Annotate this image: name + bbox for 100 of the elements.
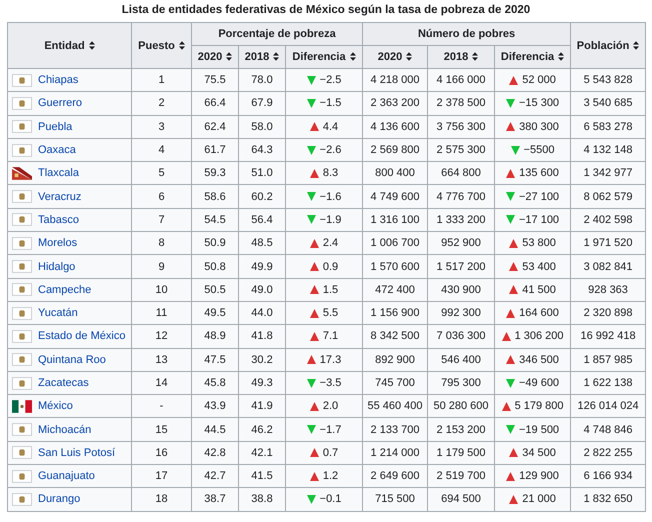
table-cell: 1 214 000 xyxy=(362,441,428,465)
difference-value: 52 000 xyxy=(522,74,556,86)
difference-value: 8.3 xyxy=(322,167,338,180)
difference-value: 164 600 xyxy=(519,307,559,320)
table-cell: 4 xyxy=(132,138,192,162)
difference-value: −0.1 xyxy=(320,493,342,506)
table-cell: 430 900 xyxy=(428,278,495,302)
coat-of-arms-icon xyxy=(12,376,32,390)
table-cell: 2 153 200 xyxy=(428,418,495,442)
table-cell: 5 xyxy=(132,162,192,185)
column-header[interactable]: Diferencia xyxy=(286,46,363,68)
column-header[interactable]: 2018 xyxy=(428,46,495,68)
table-cell: 13 xyxy=(132,348,192,372)
table-cell: 49.9 xyxy=(238,254,286,278)
table-cell: 126 014 024 xyxy=(570,394,646,418)
table-cell: 6 166 934 xyxy=(570,464,646,488)
entity-link[interactable]: Puebla xyxy=(38,120,72,133)
flag-icon xyxy=(12,166,32,180)
coat-of-arms-icon xyxy=(12,306,32,320)
table-cell: 16 xyxy=(132,441,192,465)
column-header[interactable]: Puesto xyxy=(132,22,192,68)
table-cell: 17 xyxy=(132,464,192,488)
table-cell: 44.5 xyxy=(192,418,238,442)
sort-icon xyxy=(558,52,564,61)
column-header[interactable]: 2020 xyxy=(362,46,428,68)
table-cell: 2 320 898 xyxy=(570,301,646,325)
table-cell: 41.9 xyxy=(238,394,286,418)
entity-link[interactable]: Tlaxcala xyxy=(38,167,79,180)
table-cell: 56.4 xyxy=(238,208,286,232)
difference-value: −1.7 xyxy=(320,424,342,436)
table-cell: 6 583 278 xyxy=(570,115,646,138)
table-cell: 2 378 500 xyxy=(428,92,495,116)
table-cell: 66.4 xyxy=(192,92,238,116)
coat-of-arms-icon xyxy=(12,353,32,366)
table-cell: 42.1 xyxy=(238,441,286,465)
entity-link[interactable]: Oaxaca xyxy=(38,144,76,156)
table-cell: 50.5 xyxy=(192,278,238,302)
difference-value: 4.4 xyxy=(322,120,338,133)
table-cell: 42.7 xyxy=(192,464,238,488)
table-cell: 78.0 xyxy=(238,68,286,92)
coat-of-arms-icon xyxy=(12,283,32,296)
table-cell: 2 569 800 xyxy=(362,138,428,162)
difference-value: 2.0 xyxy=(322,400,338,412)
table-cell: 10 xyxy=(132,278,192,302)
sort-icon xyxy=(226,52,232,61)
table-cell: 4 749 600 xyxy=(362,184,428,208)
entity-link[interactable]: México xyxy=(38,400,73,412)
entity-link[interactable]: Veracruz xyxy=(38,190,82,203)
entity-link[interactable]: Guerrero xyxy=(38,97,82,110)
coat-of-arms-icon xyxy=(12,492,32,506)
flag-icon xyxy=(12,400,32,413)
difference-value: 346 500 xyxy=(519,354,559,366)
table-cell: 4 218 000 xyxy=(362,68,428,92)
column-header[interactable]: Diferencia xyxy=(494,46,571,68)
difference-value: 1 306 200 xyxy=(514,330,564,342)
column-header[interactable]: 2020 xyxy=(192,46,238,68)
table-cell: 64.3 xyxy=(238,138,286,162)
difference-value: 53 400 xyxy=(522,260,556,273)
table-cell: 50.8 xyxy=(192,254,238,278)
coat-of-arms-icon xyxy=(12,423,32,436)
table-cell: 7 xyxy=(132,208,192,232)
difference-value: 41 500 xyxy=(522,284,556,296)
entity-link[interactable]: Durango xyxy=(38,493,80,506)
sort-icon xyxy=(406,52,412,61)
table-cell: 54.5 xyxy=(192,208,238,232)
column-header[interactable]: Entidad xyxy=(8,22,132,68)
table-cell: 49.3 xyxy=(238,371,286,395)
entity-link[interactable]: Hidalgo xyxy=(38,260,76,273)
table-cell: 55 460 400 xyxy=(362,394,428,418)
table-cell: 59.3 xyxy=(192,162,238,185)
difference-value: 135 600 xyxy=(519,167,559,180)
table-cell: 7 036 300 xyxy=(428,324,495,348)
table-cell: 694 500 xyxy=(428,488,495,512)
table-cell: 41.5 xyxy=(238,464,286,488)
coat-of-arms-icon xyxy=(12,260,32,274)
entity-link[interactable]: Morelos xyxy=(38,237,78,250)
difference-value: 53 800 xyxy=(522,237,556,250)
table-cell: 800 400 xyxy=(362,162,428,185)
table-cell: 1 006 700 xyxy=(362,232,428,255)
table-cell: 62.4 xyxy=(192,115,238,138)
table-cell: 50 280 600 xyxy=(428,394,495,418)
difference-value: 34 500 xyxy=(522,446,556,459)
table-cell: 745 700 xyxy=(362,371,428,395)
entity-link[interactable]: Chiapas xyxy=(38,74,78,86)
table-cell: 12 xyxy=(132,324,192,348)
column-header[interactable]: 2018 xyxy=(238,46,286,68)
table-cell: 992 300 xyxy=(428,301,495,325)
difference-value: −3.5 xyxy=(320,377,342,389)
table-cell: 952 900 xyxy=(428,232,495,255)
table-cell: 58.6 xyxy=(192,184,238,208)
column-group-header: Porcentaje de pobreza xyxy=(192,22,363,46)
entity-link[interactable]: Tabasco xyxy=(38,214,79,226)
coat-of-arms-icon xyxy=(12,190,32,204)
difference-value: 129 900 xyxy=(519,470,559,482)
entity-link[interactable]: Yucatán xyxy=(38,307,78,320)
column-header[interactable]: Población xyxy=(570,22,646,68)
difference-value: 5.5 xyxy=(322,307,338,320)
table-cell: 58.0 xyxy=(238,115,286,138)
difference-value: 1.5 xyxy=(322,284,338,296)
coat-of-arms-icon xyxy=(12,446,32,460)
